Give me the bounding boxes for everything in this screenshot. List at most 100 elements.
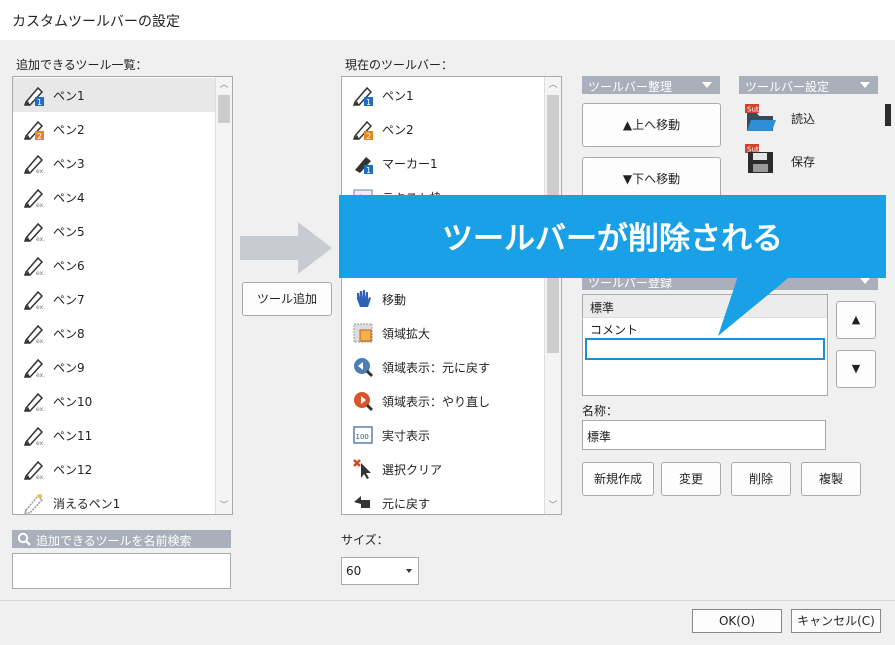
- available-tool-label: 消えるペン1: [53, 497, 121, 511]
- register-down-button[interactable]: ▼: [836, 350, 876, 388]
- settings-header[interactable]: ツールバー設定: [739, 76, 878, 94]
- current-tool-row[interactable]: 1 マーカー1: [342, 146, 561, 180]
- available-tool-row[interactable]: ex. ペン7: [13, 282, 232, 316]
- current-tool-row[interactable]: 領域表示：元に戻す: [342, 350, 561, 384]
- svg-text:ex.: ex.: [36, 338, 45, 344]
- available-tool-row[interactable]: ex. ペン3: [13, 146, 232, 180]
- available-tool-row[interactable]: ex. ペン10: [13, 384, 232, 418]
- svg-text:1: 1: [366, 166, 371, 174]
- organize-header[interactable]: ツールバー整理: [582, 76, 720, 94]
- rename-input[interactable]: [585, 338, 825, 360]
- current-tool-row[interactable]: 100 実寸表示: [342, 418, 561, 452]
- search-label: 追加できるツールを名前検索: [36, 534, 192, 548]
- available-tool-row[interactable]: ex. ペン5: [13, 214, 232, 248]
- pen-icon: ex.: [23, 288, 45, 311]
- dialog-title: カスタムツールバーの設定: [12, 14, 180, 30]
- search-input[interactable]: [12, 553, 231, 589]
- callout-pointer: [718, 270, 798, 336]
- current-tool-row[interactable]: 移動: [342, 282, 561, 316]
- add-tool-button[interactable]: ツール追加: [242, 282, 332, 316]
- available-tool-label: ペン12: [53, 463, 93, 477]
- search-icon: [17, 532, 31, 546]
- available-tools-list[interactable]: 消えるペン1 ex. ペン12 ex. ペン11 ex. ペン10 ex. ペン9 ex. ペン8 e…: [12, 76, 233, 515]
- chevron-down-icon: [860, 82, 870, 88]
- current-tool-label: 元に戻す: [382, 497, 431, 511]
- undo-icon: [352, 492, 374, 514]
- current-tool-row[interactable]: 元に戻す: [342, 486, 561, 514]
- register-header-label: ツールバー登録: [588, 276, 673, 290]
- svg-text:ex.: ex.: [36, 440, 45, 446]
- available-tool-label: ペン2: [53, 123, 85, 137]
- current-tool-label: マーカー1: [382, 157, 438, 171]
- change-button[interactable]: 変更: [661, 462, 721, 496]
- pen-icon: ex.: [23, 356, 45, 379]
- disappearing-pen-icon: [23, 492, 45, 514]
- settings-header-label: ツールバー設定: [745, 80, 830, 94]
- current-tool-label: 領域表示：やり直し: [382, 395, 491, 409]
- name-field[interactable]: 標準: [582, 420, 826, 450]
- ok-button[interactable]: OK(O): [692, 609, 782, 633]
- pen-icon: ex.: [23, 390, 45, 413]
- current-tool-row[interactable]: 領域拡大: [342, 316, 561, 350]
- current-tool-row[interactable]: 選択クリア: [342, 452, 561, 486]
- current-tool-label: 領域拡大: [382, 327, 431, 341]
- move-up-button[interactable]: ▲上へ移動: [582, 103, 721, 147]
- search-header: 追加できるツールを名前検索: [12, 530, 231, 548]
- scroll-thumb[interactable]: [218, 95, 230, 123]
- svg-text:Sub: Sub: [747, 106, 761, 114]
- pen-icon: 2: [23, 118, 45, 141]
- register-up-button[interactable]: ▲: [836, 301, 876, 339]
- current-tool-row[interactable]: 1 ペン1: [342, 78, 561, 112]
- pen-icon: ex.: [23, 152, 45, 175]
- scroll-down-icon[interactable]: ﹀: [545, 498, 561, 514]
- scroll-down-icon[interactable]: ﹀: [216, 498, 232, 514]
- size-select[interactable]: 60: [341, 557, 419, 585]
- current-tool-label: ペン1: [382, 89, 414, 103]
- available-tool-row[interactable]: ex. ペン9: [13, 350, 232, 384]
- available-tool-label: ペン6: [53, 259, 85, 273]
- chevron-down-icon: [702, 82, 712, 88]
- view-undo-icon: [352, 356, 374, 378]
- available-tool-label: ペン7: [53, 293, 85, 307]
- cancel-button[interactable]: キャンセル(C): [791, 609, 881, 633]
- pen-icon: 1: [23, 84, 45, 107]
- available-tool-row[interactable]: ex. ペン12: [13, 452, 232, 486]
- callout-text: ツールバーが削除される: [442, 221, 783, 257]
- available-tool-label: ペン8: [53, 327, 85, 341]
- footer-divider: [0, 600, 895, 601]
- svg-text:ex.: ex.: [36, 304, 45, 310]
- available-tool-label: ペン1: [53, 89, 85, 103]
- svg-text:ex.: ex.: [36, 202, 45, 208]
- svg-text:ex.: ex.: [36, 372, 45, 378]
- svg-text:2: 2: [366, 132, 371, 140]
- svg-text:ex.: ex.: [36, 474, 45, 480]
- available-tool-label: ペン5: [53, 225, 85, 239]
- current-tool-row[interactable]: 2 ペン2: [342, 112, 561, 146]
- new-button[interactable]: 新規作成: [582, 462, 654, 496]
- zoom-area-icon: [352, 322, 374, 344]
- add-arrow-icon: [240, 222, 332, 274]
- available-tool-row[interactable]: ex. ペン8: [13, 316, 232, 350]
- pen-icon: ex.: [23, 322, 45, 345]
- delete-button[interactable]: 削除: [731, 462, 791, 496]
- scroll-up-icon[interactable]: ︿: [216, 77, 232, 93]
- duplicate-button[interactable]: 複製: [801, 462, 861, 496]
- available-tool-row[interactable]: 消えるペン1: [13, 486, 232, 514]
- current-toolbar-list[interactable]: 元に戻す 選択クリア 100 実寸表示 領域表示：やり直し 領域表示：元に戻す 領域拡大 移動…: [341, 76, 562, 515]
- available-tool-row[interactable]: ex. ペン11: [13, 418, 232, 452]
- save-button[interactable]: Sub 保存: [745, 144, 825, 176]
- load-button[interactable]: Sub 読込: [745, 104, 825, 134]
- current-tool-label: 移動: [382, 293, 407, 307]
- pen-icon: 2: [352, 118, 374, 141]
- available-tool-row[interactable]: 2 ペン2: [13, 112, 232, 146]
- available-scrollbar[interactable]: ︿ ﹀: [215, 77, 232, 514]
- current-tool-row[interactable]: 領域表示：やり直し: [342, 384, 561, 418]
- toolbar-settings-dialog: カスタムツールバーの設定 追加できるツール一覧： 消えるペン1 ex. ペン12 ex…: [0, 0, 895, 645]
- available-tool-row[interactable]: ex. ペン4: [13, 180, 232, 214]
- scroll-up-icon[interactable]: ︿: [545, 77, 561, 93]
- organize-header-label: ツールバー整理: [588, 80, 673, 94]
- side-edge: [885, 104, 891, 126]
- available-tool-row[interactable]: 1 ペン1: [13, 78, 232, 112]
- available-tool-row[interactable]: ex. ペン6: [13, 248, 232, 282]
- current-scrollbar[interactable]: ︿ ﹀: [544, 77, 561, 514]
